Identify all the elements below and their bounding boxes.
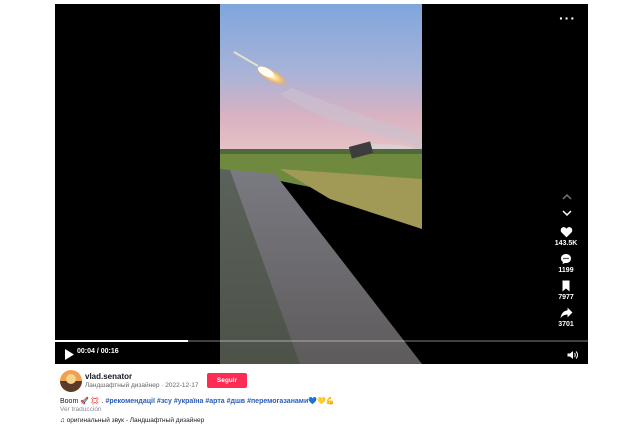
- previous-video-button[interactable]: [560, 191, 574, 203]
- heart-icon: [560, 227, 572, 238]
- bookmark-icon: [562, 280, 570, 292]
- chevron-down-icon: [562, 210, 572, 217]
- follow-button[interactable]: Seguir: [207, 373, 247, 388]
- caption-text: Boom 🚀 💢 .: [60, 398, 104, 405]
- hashtag[interactable]: #рекомендації: [105, 398, 155, 405]
- play-icon: [65, 349, 74, 360]
- like-count: 143.5K: [554, 240, 578, 247]
- volume-icon: [567, 351, 578, 359]
- progress-bar-fill: [55, 340, 189, 342]
- playback-time: 00:04 / 00:16: [77, 348, 119, 355]
- comment-icon: [561, 254, 571, 264]
- video-player[interactable]: ··· 143.5K 1199 7977 3701 00:04 / 00:16: [55, 4, 588, 364]
- like-button[interactable]: 143.5K: [552, 226, 580, 247]
- next-video-button[interactable]: [560, 207, 574, 219]
- caption-emoji: 💙💛💪: [308, 398, 335, 405]
- save-button[interactable]: 7977: [552, 280, 580, 301]
- hashtag[interactable]: #арта: [205, 398, 224, 405]
- player-controls: 00:04 / 00:16: [55, 344, 588, 364]
- play-button[interactable]: [65, 347, 74, 364]
- author-username[interactable]: vlad.senator: [85, 372, 132, 381]
- hashtag[interactable]: #дшв: [227, 398, 245, 405]
- author-subtitle: Ландшафтный дизайнер · 2022-12-17: [85, 382, 199, 389]
- see-translation-link[interactable]: Ver traducción: [60, 406, 102, 413]
- hashtag[interactable]: #зсу: [157, 398, 172, 405]
- hashtag[interactable]: #перемогазанами: [247, 398, 308, 405]
- save-count: 7977: [558, 294, 574, 301]
- sound-link[interactable]: ♫ оригинальный звук - Ландшафтный дизайн…: [60, 417, 204, 424]
- video-caption: Boom 🚀 💢 . #рекомендації #зсу #україна #…: [60, 397, 334, 405]
- video-frame: [220, 4, 422, 364]
- more-options-button[interactable]: ···: [559, 10, 576, 26]
- hashtag[interactable]: #україна: [174, 398, 204, 405]
- video-info-panel: vlad.senator Ландшафтный дизайнер · 2022…: [55, 364, 588, 436]
- share-button[interactable]: 3701: [552, 307, 580, 328]
- avatar[interactable]: [60, 370, 82, 392]
- comment-count: 1199: [558, 267, 574, 274]
- volume-button[interactable]: [567, 347, 578, 364]
- chevron-up-icon: [562, 193, 572, 200]
- avatar-image: [60, 370, 82, 392]
- comment-button[interactable]: 1199: [552, 253, 580, 274]
- share-count: 3701: [558, 321, 574, 328]
- progress-bar[interactable]: [55, 340, 588, 342]
- share-icon: [560, 307, 572, 319]
